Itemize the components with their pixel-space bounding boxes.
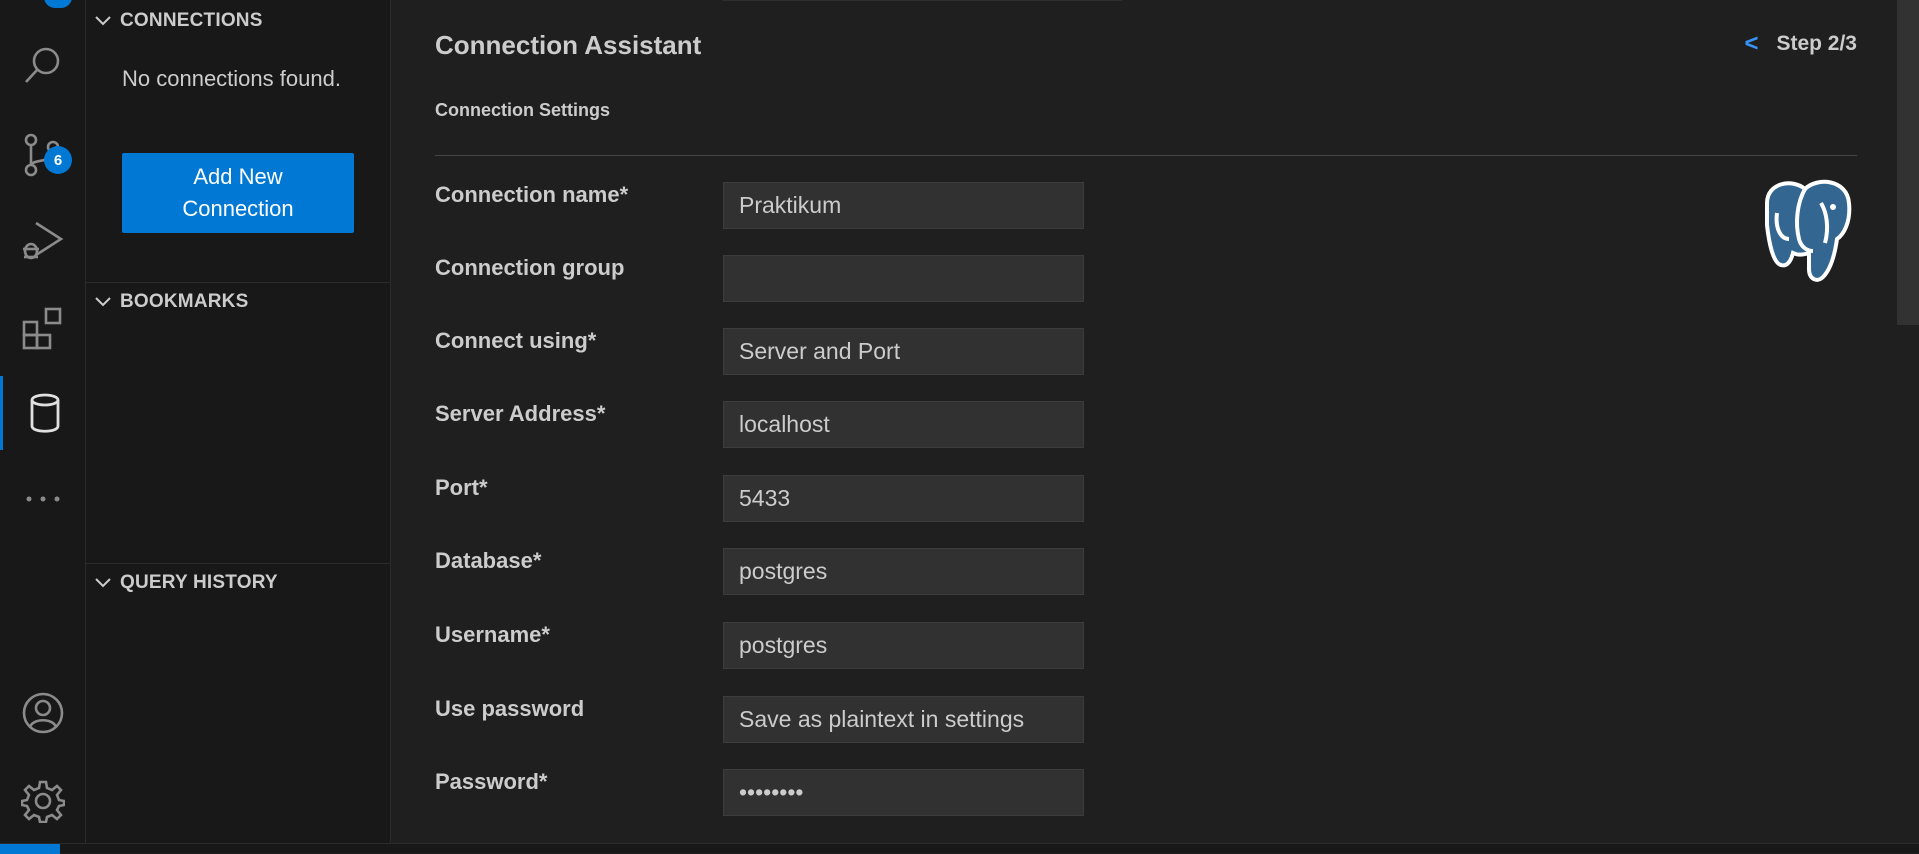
no-connections-text: No connections found. <box>122 66 341 91</box>
field-username: Username* <box>435 622 1335 670</box>
connect-using-select[interactable] <box>723 328 1084 375</box>
field-connection-group: Connection group <box>435 255 1335 303</box>
settings-gear-icon <box>21 780 65 823</box>
use-password-select[interactable] <box>723 696 1084 743</box>
field-label: Connect using* <box>435 328 597 353</box>
database-activity[interactable] <box>0 376 86 450</box>
connection-assistant-panel: Connection Assistant < Step 2/3 Connecti… <box>392 0 1919 843</box>
sidebar: CONNECTIONS No connections found. Add Ne… <box>86 0 391 843</box>
query-history-section-header[interactable]: QUERY HISTORY <box>86 568 391 598</box>
field-label: Connection group <box>435 255 625 280</box>
accounts-activity[interactable] <box>0 676 86 750</box>
section-divider <box>86 563 391 564</box>
field-label: Port* <box>435 475 488 500</box>
field-use-password: Use password <box>435 696 1335 744</box>
field-label: Username* <box>435 622 550 647</box>
step-label: Step 2/3 <box>1776 32 1857 55</box>
step-indicator: < Step 2/3 <box>1744 30 1857 58</box>
tab-line <box>722 0 1122 1</box>
connections-section-header[interactable]: CONNECTIONS <box>86 6 391 36</box>
search-activity[interactable] <box>0 28 86 102</box>
field-server-address: Server Address* <box>435 401 1335 449</box>
status-bar <box>0 843 1919 854</box>
extensions-activity[interactable] <box>0 291 86 365</box>
chevron-down-icon <box>86 16 120 26</box>
page-title: Connection Assistant <box>435 30 702 60</box>
port-input[interactable] <box>723 475 1084 522</box>
step-back-button[interactable]: < <box>1744 30 1758 58</box>
field-database: Database* <box>435 548 1335 596</box>
field-connect-using: Connect using* <box>435 328 1335 376</box>
more-activity[interactable] <box>0 462 86 536</box>
section-divider <box>435 155 1857 156</box>
database-icon <box>30 393 59 433</box>
field-label: Connection name* <box>435 182 629 207</box>
field-port: Port* <box>435 475 1335 523</box>
field-label: Database* <box>435 548 542 573</box>
server-address-input[interactable] <box>723 401 1084 448</box>
scrollbar-thumb[interactable] <box>1897 0 1919 325</box>
postgresql-elephant-icon <box>1765 179 1852 282</box>
run-debug-icon <box>23 221 64 260</box>
section-divider <box>86 282 391 283</box>
query-history-title: QUERY HISTORY <box>120 572 278 593</box>
section-title: Connection Settings <box>435 100 610 120</box>
add-new-connection-button[interactable]: Add New Connection <box>122 153 354 233</box>
extensions-icon <box>22 307 62 350</box>
search-icon <box>25 47 60 83</box>
connection-group-input[interactable] <box>723 255 1084 302</box>
source-control-activity[interactable]: 6 <box>0 118 86 192</box>
field-label: Server Address* <box>435 401 606 426</box>
field-label: Password* <box>435 769 548 794</box>
settings-activity[interactable] <box>0 764 86 838</box>
bookmarks-section-header[interactable]: BOOKMARKS <box>86 287 391 317</box>
activity-bar: 6 <box>0 0 86 843</box>
field-connection-name: Connection name* <box>435 182 1335 230</box>
password-input[interactable] <box>723 769 1084 816</box>
source-control-badge: 6 <box>44 146 72 174</box>
field-password: Password* <box>435 769 1335 817</box>
explorer-badge <box>44 0 72 8</box>
username-input[interactable] <box>723 622 1084 669</box>
chevron-down-icon <box>86 578 120 588</box>
connection-name-input[interactable] <box>723 182 1084 229</box>
database-input[interactable] <box>723 548 1084 595</box>
connections-title: CONNECTIONS <box>120 10 263 31</box>
more-icon <box>26 496 60 502</box>
bookmarks-title: BOOKMARKS <box>120 291 249 312</box>
account-icon <box>22 692 64 734</box>
chevron-down-icon <box>86 297 120 307</box>
field-label: Use password <box>435 696 585 721</box>
vertical-scrollbar[interactable] <box>1897 0 1919 843</box>
run-debug-activity[interactable] <box>0 204 86 278</box>
